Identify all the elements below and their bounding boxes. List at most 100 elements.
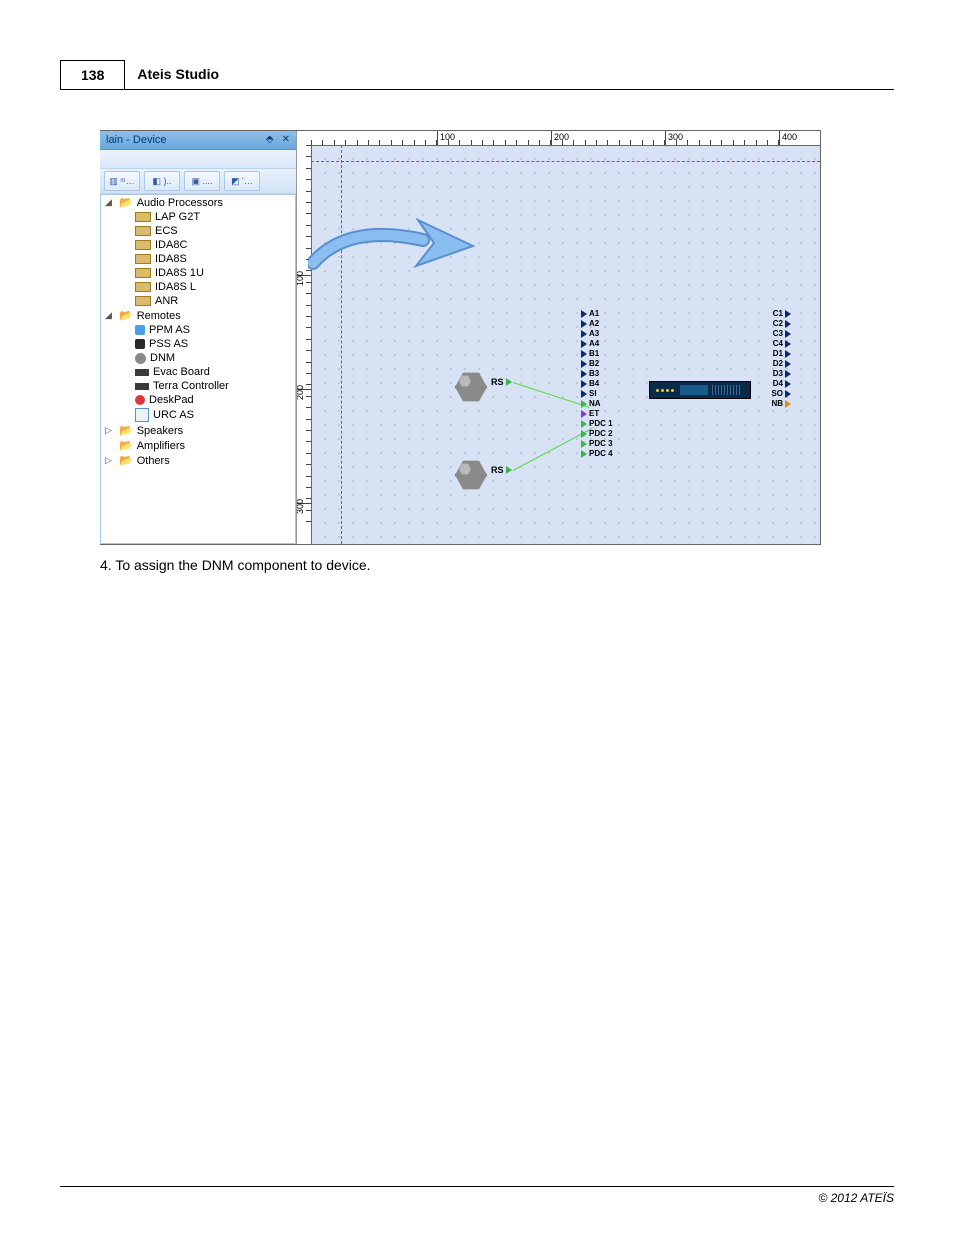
port-label: SI bbox=[589, 389, 597, 398]
page-number: 138 bbox=[60, 60, 125, 89]
port-label: NB bbox=[771, 399, 783, 408]
urc-icon bbox=[135, 408, 149, 422]
tree-item[interactable]: ECS bbox=[155, 225, 178, 237]
port-label: D4 bbox=[773, 379, 783, 388]
port-label: ET bbox=[589, 409, 599, 418]
port-label: B2 bbox=[589, 359, 599, 368]
dnm-component-2[interactable]: RS bbox=[455, 455, 499, 493]
port-triangle-icon bbox=[506, 466, 512, 474]
app-screenshot: lain - Device ⬘ ✕ ▥ ᵐ… ◧ ).. ▣ .... ◩ '… bbox=[100, 130, 821, 545]
port-triangle-icon bbox=[581, 440, 587, 448]
pin-icon[interactable]: ⬘ bbox=[266, 131, 274, 149]
port-triangle-icon bbox=[581, 350, 587, 358]
tree-item[interactable]: IDA8S bbox=[155, 253, 187, 265]
port-label: D3 bbox=[773, 369, 783, 378]
panel-titlebar: lain - Device ⬘ ✕ bbox=[100, 131, 296, 150]
panel-toolbar: ▥ ᵐ… ◧ ).. ▣ .... ◩ '… bbox=[100, 169, 296, 194]
port-triangle-icon bbox=[785, 320, 791, 328]
tree-item[interactable]: Terra Controller bbox=[153, 380, 229, 392]
tree-item[interactable]: DeskPad bbox=[149, 394, 194, 406]
toolbar-btn-3[interactable]: ▣ .... bbox=[184, 171, 220, 191]
ruler-corner bbox=[297, 131, 312, 146]
tree-item[interactable]: IDA8C bbox=[155, 239, 187, 251]
tree-group-others[interactable]: Others bbox=[137, 455, 170, 467]
toolbar-btn-4[interactable]: ◩ '… bbox=[224, 171, 260, 191]
ruler-vertical: 100 200 300 bbox=[297, 145, 312, 544]
folder-icon: 📂 bbox=[119, 454, 133, 467]
port-triangle-icon bbox=[581, 370, 587, 378]
device-tree[interactable]: ◢📂Audio Processors LAP G2T ECS IDA8C IDA… bbox=[100, 194, 296, 544]
port-triangle-icon bbox=[785, 380, 791, 388]
tree-item[interactable]: LAP G2T bbox=[155, 211, 200, 223]
port-label-rs: RS bbox=[491, 377, 504, 387]
close-icon[interactable]: ✕ bbox=[282, 131, 290, 149]
folder-icon: 📂 bbox=[119, 424, 133, 437]
tree-item[interactable]: IDA8S 1U bbox=[155, 267, 204, 279]
port-triangle-icon bbox=[506, 378, 512, 386]
tree-item[interactable]: PSS AS bbox=[149, 338, 188, 350]
port-label: NA bbox=[589, 399, 601, 408]
port-triangle-icon bbox=[581, 310, 587, 318]
device-icon bbox=[135, 254, 151, 264]
deskpad-icon bbox=[135, 395, 145, 405]
port-triangle-icon bbox=[581, 340, 587, 348]
port-triangle-icon bbox=[581, 320, 587, 328]
controller-icon bbox=[135, 383, 149, 390]
port-label: A2 bbox=[589, 319, 599, 328]
tree-item[interactable]: IDA8S L bbox=[155, 281, 196, 293]
main-device-block[interactable]: A1 A2 A3 A4 B1 B2 B3 B4 SI NA ET PDC 1 P… bbox=[581, 309, 791, 477]
port-triangle-icon bbox=[581, 390, 587, 398]
port-label: PDC 2 bbox=[589, 429, 613, 438]
port-triangle-icon bbox=[581, 410, 587, 418]
port-triangle-icon bbox=[785, 310, 791, 318]
device-icon bbox=[135, 240, 151, 250]
tree-item[interactable]: ANR bbox=[155, 295, 178, 307]
panel-title-text: lain - Device bbox=[106, 131, 167, 149]
port-label: C4 bbox=[773, 339, 783, 348]
figure-caption: 4. To assign the DNM component to device… bbox=[100, 557, 894, 573]
toolbar-btn-2[interactable]: ◧ ).. bbox=[144, 171, 180, 191]
ruler-horizontal: 100 200 300 400 bbox=[311, 131, 820, 146]
dnm-icon bbox=[135, 353, 146, 364]
tree-group-remotes[interactable]: Remotes bbox=[137, 310, 181, 322]
port-triangle-icon bbox=[785, 360, 791, 368]
port-label: C1 bbox=[773, 309, 783, 318]
pss-icon bbox=[135, 339, 145, 349]
port-triangle-icon bbox=[785, 370, 791, 378]
tree-item[interactable]: PPM AS bbox=[149, 324, 190, 336]
port-triangle-icon bbox=[581, 400, 587, 408]
hex-icon bbox=[455, 371, 487, 403]
tree-item[interactable]: DNM bbox=[150, 352, 175, 364]
port-label: PDC 1 bbox=[589, 419, 613, 428]
port-label: A1 bbox=[589, 309, 599, 318]
port-label: D1 bbox=[773, 349, 783, 358]
toolbar-btn-1[interactable]: ▥ ᵐ… bbox=[104, 171, 140, 191]
port-triangle-icon bbox=[785, 350, 791, 358]
page-footer: © 2012 ATEÏS bbox=[60, 1186, 894, 1205]
port-label: A4 bbox=[589, 339, 599, 348]
port-label: C3 bbox=[773, 329, 783, 338]
device-icon bbox=[135, 226, 151, 236]
tree-group-speakers[interactable]: Speakers bbox=[137, 425, 183, 437]
tree-group-audio[interactable]: Audio Processors bbox=[137, 197, 223, 209]
panel-search-strip[interactable] bbox=[100, 150, 296, 169]
port-label: D2 bbox=[773, 359, 783, 368]
hex-icon bbox=[455, 459, 487, 491]
side-panel: lain - Device ⬘ ✕ ▥ ᵐ… ◧ ).. ▣ .... ◩ '… bbox=[100, 131, 297, 544]
tree-item[interactable]: Evac Board bbox=[153, 366, 210, 378]
dnm-component-1[interactable]: RS bbox=[455, 367, 499, 405]
guide-line-v bbox=[341, 145, 342, 544]
port-triangle-icon bbox=[785, 390, 791, 398]
device-icon bbox=[135, 212, 151, 222]
tree-item[interactable]: URC AS bbox=[153, 409, 194, 421]
port-triangle-icon bbox=[581, 430, 587, 438]
port-label: A3 bbox=[589, 329, 599, 338]
port-label: SO bbox=[771, 389, 783, 398]
design-canvas[interactable]: 100 200 300 400 100 200 300 RS bbox=[297, 131, 820, 544]
port-triangle-icon bbox=[581, 450, 587, 458]
port-triangle-icon bbox=[785, 400, 791, 408]
port-label: PDC 3 bbox=[589, 439, 613, 448]
device-icon bbox=[135, 296, 151, 306]
port-label: PDC 4 bbox=[589, 449, 613, 458]
tree-group-amplifiers[interactable]: Amplifiers bbox=[137, 440, 185, 452]
